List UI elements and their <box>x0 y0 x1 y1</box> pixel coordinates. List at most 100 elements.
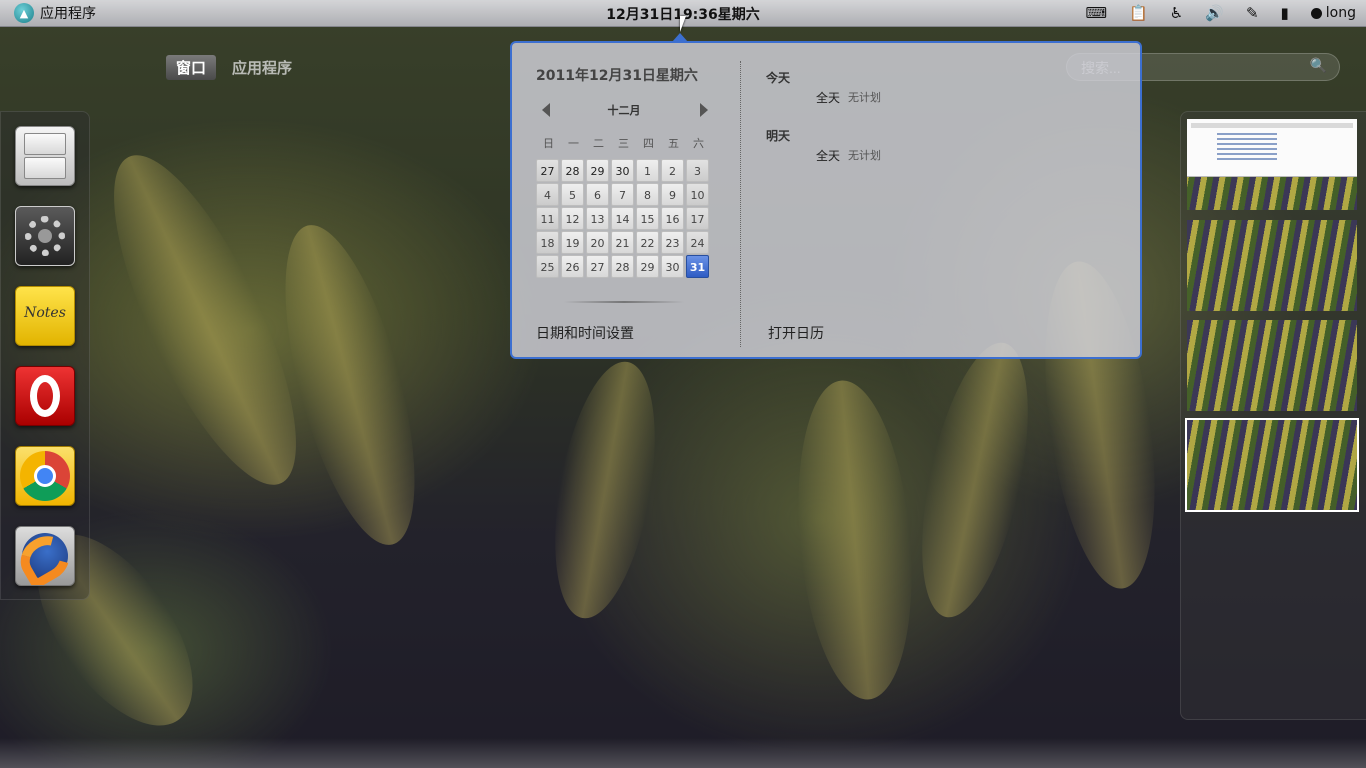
calendar-day[interactable]: 15 <box>636 207 659 230</box>
workspace-thumbnail-4-active[interactable] <box>1185 418 1359 512</box>
calendar-week: 18 19 20 21 22 23 24 <box>536 231 712 254</box>
calendar-day[interactable]: 14 <box>611 207 634 230</box>
calendar-day[interactable]: 7 <box>611 183 634 206</box>
wallpaper-decor <box>786 375 924 705</box>
notes-app-icon[interactable]: Notes <box>15 286 75 346</box>
status-tray: ⌨ 📋 ♿ 🔊 ✎ ▮ long <box>1085 3 1356 23</box>
weekday-label: 一 <box>568 137 579 150</box>
calendar-day[interactable]: 10 <box>686 183 709 206</box>
event-description: 无计划 <box>848 149 882 162</box>
date-time-settings-link[interactable]: 日期和时间设置 <box>536 323 634 343</box>
calendar-day[interactable]: 17 <box>686 207 709 230</box>
calendar-scroll-indicator <box>564 301 684 303</box>
calendar-day[interactable]: 5 <box>561 183 584 206</box>
calendar-day[interactable]: 11 <box>536 207 559 230</box>
calendar-day[interactable]: 18 <box>536 231 559 254</box>
weekday-label: 日 <box>543 137 554 150</box>
search-icon[interactable]: 🔍 <box>1310 58 1327 74</box>
calendar-day[interactable]: 1 <box>636 159 659 182</box>
mouse-cursor-icon <box>680 16 692 32</box>
calendar-day[interactable]: 12 <box>561 207 584 230</box>
today-heading: 今天 <box>766 71 791 85</box>
calendar-day-today[interactable]: 31 <box>686 255 709 278</box>
workspace-thumbnail-3[interactable] <box>1187 320 1357 411</box>
calendar-day[interactable]: 29 <box>636 255 659 278</box>
calendar-day[interactable]: 27 <box>586 255 609 278</box>
month-label: 十二月 <box>607 104 641 117</box>
keyboard-icon[interactable]: ⌨ <box>1085 3 1107 23</box>
calendar-day[interactable]: 30 <box>611 159 634 182</box>
user-menu[interactable]: long <box>1310 5 1356 21</box>
opera-browser-icon[interactable] <box>15 366 75 426</box>
date-heading: 2011年12月31日星期六 <box>536 68 698 84</box>
firefox-fox-icon <box>16 527 74 585</box>
calendar-popup: 2011年12月31日星期六 十二月 日 一 二 三 四 五 六 27 28 2… <box>510 41 1142 359</box>
chrome-logo-center <box>34 465 56 487</box>
weekday-label: 二 <box>593 137 604 150</box>
calendar-day[interactable]: 23 <box>661 231 684 254</box>
event-time: 全天 <box>816 91 841 105</box>
user-status-icon <box>1310 7 1322 19</box>
system-settings-icon[interactable] <box>15 206 75 266</box>
calendar-day[interactable]: 6 <box>586 183 609 206</box>
file-manager-icon[interactable] <box>15 126 75 186</box>
battery-icon[interactable]: ▮ <box>1281 3 1289 23</box>
overview-tabs: 窗口 应用程序 <box>166 55 302 80</box>
today-event[interactable]: 全天 无计划 <box>816 89 881 106</box>
firefox-browser-icon[interactable] <box>15 526 75 586</box>
tab-applications[interactable]: 应用程序 <box>222 55 302 80</box>
popup-divider <box>740 61 741 347</box>
tab-windows[interactable]: 窗口 <box>166 55 217 80</box>
calendar-grid: 27 28 29 30 1 2 3 4 5 6 7 8 9 10 11 12 1… <box>536 159 712 279</box>
calendar-day[interactable]: 3 <box>686 159 709 182</box>
calendar-week: 27 28 29 30 1 2 3 <box>536 159 712 182</box>
calendar-day[interactable]: 29 <box>586 159 609 182</box>
weekday-label: 四 <box>643 137 654 150</box>
calendar-day[interactable]: 28 <box>611 255 634 278</box>
calendar-day[interactable]: 26 <box>561 255 584 278</box>
calendar-day[interactable]: 8 <box>636 183 659 206</box>
weekday-label: 六 <box>693 137 704 150</box>
open-calendar-link[interactable]: 打开日历 <box>768 323 824 343</box>
opera-logo-icon <box>30 375 60 417</box>
calendar-day[interactable]: 20 <box>586 231 609 254</box>
weekday-header: 日 一 二 三 四 五 六 <box>536 135 711 151</box>
calendar-day[interactable]: 25 <box>536 255 559 278</box>
calendar-week: 11 12 13 14 15 16 17 <box>536 207 712 230</box>
weekday-label: 三 <box>618 137 629 150</box>
calendar-day[interactable]: 28 <box>561 159 584 182</box>
calendar-day[interactable]: 19 <box>561 231 584 254</box>
calendar-day[interactable]: 13 <box>586 207 609 230</box>
accessibility-icon[interactable]: ♿ <box>1170 3 1183 23</box>
calendar-day[interactable]: 21 <box>611 231 634 254</box>
workspace-thumbnail-2[interactable] <box>1187 220 1357 311</box>
volume-icon[interactable]: 🔊 <box>1205 3 1224 23</box>
calendar-day[interactable]: 27 <box>536 159 559 182</box>
workspace-thumbnail-1[interactable] <box>1187 119 1357 210</box>
calendar-day[interactable]: 4 <box>536 183 559 206</box>
calendar-week: 4 5 6 7 8 9 10 <box>536 183 712 206</box>
pen-icon[interactable]: ✎ <box>1246 3 1259 23</box>
calendar-day[interactable]: 30 <box>661 255 684 278</box>
wallpaper-decor <box>538 354 672 626</box>
next-month-icon[interactable] <box>700 103 708 117</box>
tomorrow-event[interactable]: 全天 无计划 <box>816 147 881 164</box>
notes-icon-text: Notes <box>24 305 66 321</box>
calendar-day[interactable]: 24 <box>686 231 709 254</box>
tomorrow-heading: 明天 <box>766 129 791 143</box>
clipboard-icon[interactable]: 📋 <box>1129 3 1148 23</box>
wallpaper-decor <box>901 333 1049 627</box>
weekday-label: 五 <box>668 137 679 150</box>
calendar-day[interactable]: 2 <box>661 159 684 182</box>
calendar-day[interactable]: 22 <box>636 231 659 254</box>
chrome-browser-icon[interactable] <box>15 446 75 506</box>
event-description: 无计划 <box>848 91 882 104</box>
calendar-week: 25 26 27 28 29 30 31 <box>536 255 712 278</box>
window-thumbnail[interactable] <box>1187 119 1357 177</box>
calendar-day[interactable]: 16 <box>661 207 684 230</box>
gear-center <box>38 229 52 243</box>
calendar-day[interactable]: 9 <box>661 183 684 206</box>
calendar-month-nav: 十二月 <box>536 101 712 119</box>
user-name: long <box>1325 5 1356 21</box>
bottom-shade <box>0 738 1366 768</box>
